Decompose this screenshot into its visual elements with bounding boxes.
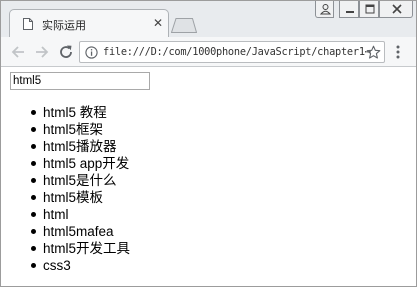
search-input[interactable] [10, 72, 150, 90]
bullet [31, 212, 36, 217]
suggestion-item[interactable]: css3 [1, 257, 301, 274]
browser-window: 实际运用 ✕ file:///D:/com/1000phone/JavaScri… [0, 0, 417, 287]
bullet [31, 127, 36, 132]
tab-active[interactable]: 实际运用 ✕ [9, 9, 169, 38]
suggestion-item[interactable]: html [1, 206, 301, 223]
suggestion-text: html5 教程 [43, 105, 107, 120]
new-tab-button[interactable] [171, 18, 197, 33]
suggestion-item[interactable]: html5是什么 [1, 172, 301, 189]
suggestion-item[interactable]: html5开发工具 [1, 240, 301, 257]
browser-toolbar: file:///D:/com/1000phone/JavaScript/chap… [1, 37, 416, 67]
suggestion-text: html5播放器 [43, 139, 117, 154]
close-tab-icon[interactable]: ✕ [151, 15, 165, 31]
info-icon[interactable] [85, 46, 98, 59]
suggestion-text: html5 app开发 [43, 156, 130, 171]
suggestion-list: html5 教程 html5框架 html5播放器 html5 app开发 ht… [1, 104, 301, 274]
suggestion-item[interactable]: html5mafea [1, 223, 301, 240]
bullet [31, 110, 36, 115]
suggestion-item[interactable]: html5模板 [1, 189, 301, 206]
bullet [31, 263, 36, 268]
close-icon[interactable] [379, 1, 413, 18]
reload-icon[interactable] [57, 43, 75, 61]
document-icon [23, 18, 33, 30]
suggestion-item[interactable]: html5 教程 [1, 104, 301, 121]
minimize-icon[interactable] [339, 1, 359, 18]
suggestion-text: html5mafea [43, 224, 114, 239]
url-text: file:///D:/com/1000phone/JavaScript/chap… [103, 46, 371, 58]
address-bar[interactable]: file:///D:/com/1000phone/JavaScript/chap… [79, 41, 385, 63]
maximize-icon[interactable] [359, 1, 379, 18]
tab-strip: 实际运用 ✕ [1, 1, 416, 38]
arrow-left-icon[interactable] [9, 43, 27, 61]
suggestion-text: html [43, 207, 69, 222]
suggestion-text: css3 [43, 258, 71, 273]
bullet [31, 229, 36, 234]
suggestion-text: html5是什么 [43, 173, 117, 188]
arrow-right-icon[interactable] [33, 43, 51, 61]
kebab-menu-icon[interactable] [394, 44, 402, 60]
suggestion-text: html5开发工具 [43, 241, 131, 256]
bullet [31, 144, 36, 149]
bullet [31, 195, 36, 200]
bullet [31, 178, 36, 183]
bullet [31, 246, 36, 251]
bullet [31, 161, 36, 166]
suggestion-text: html5模板 [43, 190, 104, 205]
suggestion-item[interactable]: html5框架 [1, 121, 301, 138]
suggestion-item[interactable]: html5 app开发 [1, 155, 301, 172]
user-icon[interactable] [315, 1, 334, 18]
suggestion-text: html5框架 [43, 122, 104, 137]
star-icon[interactable] [366, 45, 381, 60]
suggestion-item[interactable]: html5播放器 [1, 138, 301, 155]
tab-title: 实际运用 [42, 19, 86, 32]
page-viewport: html5 教程 html5框架 html5播放器 html5 app开发 ht… [1, 68, 416, 286]
window-controls [315, 1, 413, 20]
